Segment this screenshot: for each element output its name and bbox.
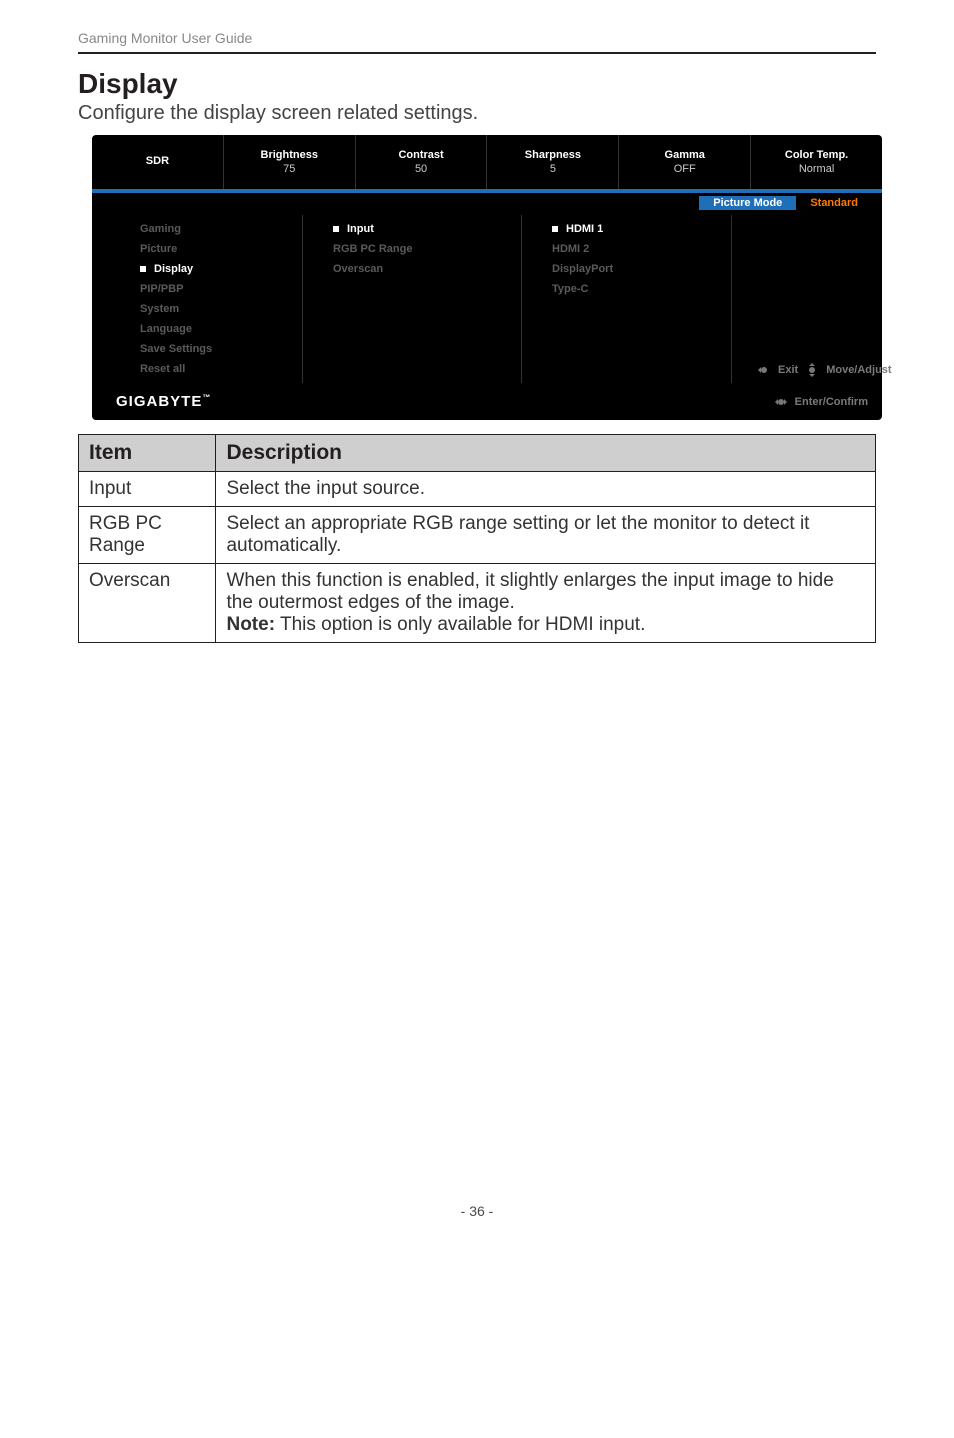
table-cell-description: When this function is enabled, it slight…: [216, 564, 876, 643]
osd-picture-mode-bar: Picture Mode Standard: [92, 193, 882, 213]
osd-menu-save-settings[interactable]: Save Settings: [140, 339, 302, 359]
note-text: This option is only available for HDMI i…: [275, 614, 645, 635]
osd-picture-mode-label: Picture Mode: [699, 196, 796, 210]
osd-hints: Exit Move/Adjust: [744, 215, 894, 383]
joystick-press-icon: [773, 396, 789, 408]
osd-val-hdmi1[interactable]: HDMI 1: [552, 219, 731, 239]
osd-status-colortemp: Color Temp. Normal: [751, 135, 882, 189]
osd-sub-rgb-pc-range[interactable]: RGB PC Range: [333, 239, 521, 259]
osd-status-value: 5: [550, 163, 556, 175]
osd-sub-menu: Input RGB PC Range Overscan: [302, 215, 522, 383]
osd-menu-picture[interactable]: Picture: [140, 239, 302, 259]
osd-val-typec[interactable]: Type-C: [552, 279, 731, 299]
osd-status-brightness: Brightness 75: [224, 135, 356, 189]
osd-sub-input[interactable]: Input: [333, 219, 521, 239]
osd-menu-pippbp[interactable]: PIP/PBP: [140, 279, 302, 299]
osd-status-label: Sharpness: [525, 149, 581, 161]
osd-panel: SDR Brightness 75 Contrast 50 Sharpness …: [92, 135, 882, 420]
osd-brand-logo: GIGABYTE™: [116, 393, 211, 410]
header-guide-title: Gaming Monitor User Guide: [78, 30, 876, 54]
osd-status-label: SDR: [146, 155, 169, 167]
osd-status-contrast: Contrast 50: [356, 135, 488, 189]
page-number: - 36 -: [78, 1203, 876, 1239]
table-row: Input Select the input source.: [79, 472, 876, 507]
osd-sub-overscan[interactable]: Overscan: [333, 259, 521, 279]
osd-val-hdmi2[interactable]: HDMI 2: [552, 239, 731, 259]
osd-status-gamma: Gamma OFF: [619, 135, 751, 189]
joystick-updown-icon: [804, 363, 820, 377]
osd-status-value: Normal: [799, 163, 834, 175]
osd-menu-display[interactable]: Display: [140, 259, 302, 279]
osd-status-label: Gamma: [665, 149, 705, 161]
table-cell-item: Overscan: [79, 564, 216, 643]
table-header-row: Item Description: [79, 435, 876, 472]
osd-picture-mode-value: Standard: [796, 196, 876, 210]
osd-menu-reset-all[interactable]: Reset all: [140, 359, 302, 379]
section-title: Display: [78, 68, 876, 100]
osd-status-label: Contrast: [398, 149, 443, 161]
note-label: Note:: [226, 614, 275, 635]
osd-val-displayport[interactable]: DisplayPort: [552, 259, 731, 279]
osd-status-label: Color Temp.: [785, 149, 848, 161]
osd-status-value: 75: [283, 163, 295, 175]
table-cell-item: RGB PC Range: [79, 507, 216, 564]
osd-status-label: Brightness: [261, 149, 318, 161]
osd-hint-exit: Exit: [756, 361, 798, 379]
active-marker-icon: [140, 266, 146, 272]
table-row: RGB PC Range Select an appropriate RGB r…: [79, 507, 876, 564]
osd-main-menu: Gaming Picture Display PIP/PBP System La…: [92, 215, 302, 383]
osd-quick-status-row: SDR Brightness 75 Contrast 50 Sharpness …: [92, 135, 882, 189]
table-cell-description: Select the input source.: [216, 472, 876, 507]
joystick-left-icon: [756, 364, 772, 376]
section-description: Configure the display screen related set…: [78, 102, 876, 125]
osd-hint-confirm: Enter/Confirm: [773, 396, 868, 408]
table-header-description: Description: [216, 435, 876, 472]
osd-status-sdr: SDR: [92, 135, 224, 189]
osd-menu-system[interactable]: System: [140, 299, 302, 319]
osd-menu-gaming[interactable]: Gaming: [140, 219, 302, 239]
osd-status-value: OFF: [674, 163, 696, 175]
osd-hint-move: Move/Adjust: [804, 360, 891, 380]
osd-values-menu: HDMI 1 HDMI 2 DisplayPort Type-C: [522, 215, 732, 383]
osd-menu-language[interactable]: Language: [140, 319, 302, 339]
active-marker-icon: [333, 226, 339, 232]
table-row: Overscan When this function is enabled, …: [79, 564, 876, 643]
osd-footer: GIGABYTE™ Enter/Confirm: [92, 389, 882, 420]
table-cell-description: Select an appropriate RGB range setting …: [216, 507, 876, 564]
description-table: Item Description Input Select the input …: [78, 434, 876, 643]
active-marker-icon: [552, 226, 558, 232]
osd-status-value: 50: [415, 163, 427, 175]
table-header-item: Item: [79, 435, 216, 472]
table-cell-item: Input: [79, 472, 216, 507]
osd-status-sharpness: Sharpness 5: [487, 135, 619, 189]
